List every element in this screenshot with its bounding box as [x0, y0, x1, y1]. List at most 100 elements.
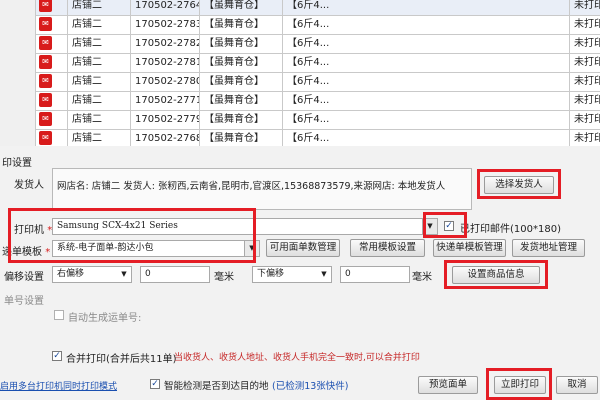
row-selector[interactable]: [0, 0, 36, 15]
attach-print-label: 已打印邮件(100*180): [460, 224, 561, 235]
v-offset-value: 下偏移: [257, 269, 285, 279]
order-icon-cell: ✉: [36, 129, 68, 146]
row-selector[interactable]: [0, 72, 36, 91]
product-cell: 【6斤4...: [283, 15, 570, 34]
h-offset-input[interactable]: 0: [140, 266, 210, 283]
order-status-icon: ✉: [39, 0, 52, 12]
sender-label: 发货人: [14, 180, 44, 191]
v-unit: 毫米: [412, 272, 432, 283]
template-select[interactable]: 系统-电子面单-韵达小包 ▼: [52, 240, 260, 257]
product-cell: 【6斤4...: [283, 34, 570, 53]
h-offset-select[interactable]: 右偏移 ▼: [52, 266, 132, 283]
order-icon-cell: ✉: [36, 34, 68, 53]
multi-printer-link[interactable]: 启用多台打印机同时打印模式: [0, 379, 117, 392]
row-selector[interactable]: [0, 53, 36, 72]
cancel-button[interactable]: 取消: [556, 376, 598, 394]
chevron-down-icon: ▼: [121, 270, 127, 278]
table-row[interactable]: ✉ 店铺二170502-2781...【虽舞育仓】【6斤4... 未打印: [0, 53, 600, 73]
order-icon-cell: ✉: [36, 72, 68, 91]
store-cell: 店铺二: [68, 53, 131, 72]
chevron-down-icon: ▼: [321, 270, 327, 278]
print-settings-panel: 印设置 发货人 网店名: 店铺二 发货人: 张籾西,云南省,昆明市,官渡区,15…: [0, 146, 600, 400]
product-cell: 【6斤4...: [283, 0, 570, 15]
available-templates-button[interactable]: 可用面单数管理: [266, 239, 340, 257]
printer-select[interactable]: Samsung SCX-4x21 Series ▼: [52, 218, 438, 235]
table-row[interactable]: ✉ 店铺二170502-2783...【虽舞育仓】【6斤4... 未打印: [0, 15, 600, 35]
smart-check-label: 智能检测是否到达目的地: [164, 381, 269, 392]
section-title: 印设置: [2, 158, 32, 169]
table-row[interactable]: ✉ 店铺二170502-2780...【虽舞育仓】【6斤4... 未打印: [0, 72, 600, 92]
status-cell: 未打印: [574, 114, 600, 125]
merge-print-checkbox[interactable]: ✓: [52, 351, 62, 361]
auto-ship-no-label: 自动生成运单号:: [68, 313, 142, 324]
row-selector[interactable]: [0, 110, 36, 129]
table-row[interactable]: ✉ 店铺二170502-2768...【虽舞育仓】【6斤4... 未打印: [0, 129, 600, 146]
order-icon-cell: ✉: [36, 15, 68, 34]
table-row[interactable]: ✉ 店铺二170502-2771...【虽舞育仓】【6斤4... 未打印: [0, 91, 600, 111]
chevron-down-icon: ▼: [422, 219, 437, 234]
status-cell: 未打印: [574, 133, 600, 144]
preview-button[interactable]: 预览面单: [418, 376, 478, 394]
store-cell: 店铺二: [68, 34, 131, 53]
order-status-icon: ✉: [39, 112, 52, 126]
order-icon-cell: ✉: [36, 110, 68, 129]
warehouse-cell: 【虽舞育仓】: [200, 53, 283, 72]
smart-check-checkbox[interactable]: ✓: [150, 379, 160, 389]
common-template-button[interactable]: 常用模板设置: [350, 239, 425, 257]
status-cell: 未打印: [574, 95, 600, 106]
order-no-cell: 170502-2781...: [131, 53, 200, 72]
order-table: ✉店铺二170502-2764...【虽舞育仓】【6斤4...未打印✉店铺二17…: [0, 0, 600, 146]
order-no-cell: 170502-2783...: [131, 15, 200, 34]
choose-sender-button[interactable]: 选择发货人: [484, 176, 554, 194]
offset-label: 偏移设置: [4, 272, 44, 283]
h-unit: 毫米: [214, 272, 234, 283]
printer-value: Samsung SCX-4x21 Series: [57, 221, 178, 231]
sender-info-box: 网店名: 店铺二 发货人: 张籾西,云南省,昆明市,官渡区,1536887357…: [52, 168, 472, 210]
v-offset-input[interactable]: 0: [340, 266, 410, 283]
table-row[interactable]: ✉ 店铺二170502-2779...【虽舞育仓】【6斤4... 未打印: [0, 110, 600, 130]
product-cell: 【6斤4...: [283, 129, 570, 146]
express-template-button[interactable]: 快递单模板管理: [433, 239, 506, 257]
attach-print-checkbox[interactable]: ✓: [444, 221, 454, 231]
order-no-cell: 170502-2782...: [131, 34, 200, 53]
template-label: 递单模板 *: [2, 247, 51, 258]
table-row[interactable]: ✉ 店铺二170502-2782...【虽舞育仓】【6斤4... 未打印: [0, 34, 600, 54]
auto-ship-no-checkbox[interactable]: [54, 310, 64, 320]
table-row[interactable]: ✉ 店铺二170502-2764...【虽舞育仓】【6斤4... 未打印: [0, 0, 600, 16]
product-cell: 【6斤4...: [283, 53, 570, 72]
status-cell: 未打印: [574, 57, 600, 68]
order-no-cell: 170502-2768...: [131, 129, 200, 146]
order-status-icon: ✉: [39, 93, 52, 107]
row-selector[interactable]: [0, 34, 36, 53]
status-cell: 未打印: [574, 0, 600, 11]
ship-no-label: 单号设置: [4, 296, 44, 307]
store-cell: 店铺二: [68, 91, 131, 110]
smart-check-link[interactable]: (已检测13张快件): [272, 378, 349, 392]
order-status-icon: ✉: [39, 74, 52, 88]
warehouse-cell: 【虽舞育仓】: [200, 129, 283, 146]
h-offset-value: 右偏移: [57, 269, 85, 279]
printer-label: 打印机 *: [14, 225, 53, 236]
order-no-cell: 170502-2779...: [131, 110, 200, 129]
goods-info-button[interactable]: 设置商品信息: [452, 266, 540, 284]
print-now-button[interactable]: 立即打印: [494, 376, 546, 394]
store-cell: 店铺二: [68, 0, 131, 15]
merge-print-label: 合并打印(合并后共11单): [66, 354, 177, 365]
store-cell: 店铺二: [68, 129, 131, 146]
order-icon-cell: ✉: [36, 0, 68, 15]
order-no-cell: 170502-2780...: [131, 72, 200, 91]
product-cell: 【6斤4...: [283, 110, 570, 129]
merge-print-hint: 当收货人、收货人地址、收货人手机完全一致时,可以合并打印: [174, 353, 420, 363]
warehouse-cell: 【虽舞育仓】: [200, 15, 283, 34]
row-selector[interactable]: [0, 91, 36, 110]
order-icon-cell: ✉: [36, 53, 68, 72]
ship-address-button[interactable]: 发货地址管理: [512, 239, 585, 257]
row-selector[interactable]: [0, 129, 36, 146]
order-status-icon: ✉: [39, 55, 52, 69]
row-selector[interactable]: [0, 15, 36, 34]
v-offset-select[interactable]: 下偏移 ▼: [252, 266, 332, 283]
warehouse-cell: 【虽舞育仓】: [200, 110, 283, 129]
store-cell: 店铺二: [68, 72, 131, 91]
order-status-icon: ✉: [39, 36, 52, 50]
warehouse-cell: 【虽舞育仓】: [200, 34, 283, 53]
